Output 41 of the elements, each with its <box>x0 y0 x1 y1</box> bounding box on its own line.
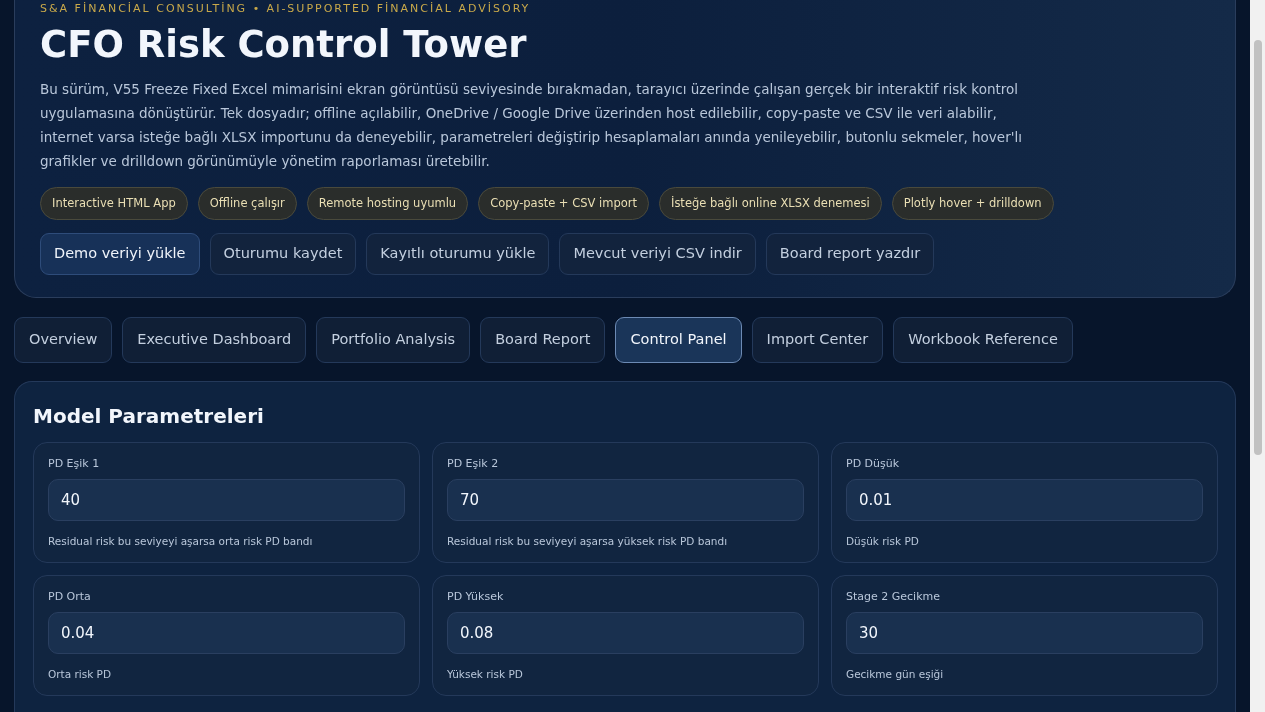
field-hint: Gecikme gün eşiği <box>846 667 945 682</box>
panel-title: Model Parametreleri <box>33 403 265 431</box>
tab[interactable]: Board Report <box>480 317 606 364</box>
field-label: PD Yüksek <box>447 589 505 606</box>
feature-chip: Copy-paste + CSV import <box>478 187 649 221</box>
input-field[interactable]: 0.01 <box>846 479 1203 522</box>
description: Bu sürüm, V55 Freeze Fixed Excel mimarisini ekran görüntüsü seviyesinde bırakmadan, tarayıcı üzerinde çalışan gerçek bir interaktif risk kontrol uygulamasına dönüştürür. Tek dosyadır; offline açılabilir, OneDrive / Google Drive üzerinden host edilebilir, copy-paste ve CSV ile veri alabilir, internet varsa isteğe bağlı XLSX importunu da deneyebilir, parametreleri değiştirip hesaplamaları anında yenileyebilir, butonlu sekmeler, hover'lı grafikler ve drilldown görünümüyle yönetim raporlaması üretebilir. <box>40 80 1023 171</box>
field-label: Stage 2 Gecikme <box>846 589 942 606</box>
input-field[interactable]: 70 <box>447 479 804 522</box>
tab[interactable]: Portfolio Analysis <box>316 317 471 364</box>
input-field[interactable]: 0.04 <box>48 612 405 655</box>
field-label: PD Eşik 1 <box>48 456 101 473</box>
tab[interactable]: Executive Dashboard <box>122 317 307 364</box>
field-label: PD Eşik 2 <box>447 456 500 473</box>
tab[interactable]: Control Panel <box>615 317 742 364</box>
tab[interactable]: Import Center <box>751 317 884 364</box>
action-button[interactable]: Oturumu kaydet <box>209 233 357 276</box>
action-button[interactable]: Mevcut veriyi CSV indir <box>559 233 756 276</box>
feature-chip: Plotly hover + drilldown <box>891 187 1054 221</box>
page-title: CFO Risk Control Tower <box>40 22 528 68</box>
feature-chip: Remote hosting uyumlu <box>306 187 469 221</box>
field-label: PD Düşük <box>846 456 901 473</box>
input-field[interactable]: 0.08 <box>447 612 804 655</box>
feature-chip: Offline çalışır <box>197 187 297 221</box>
scrollbar[interactable] <box>1250 0 1265 712</box>
action-button[interactable]: Kayıtlı oturumu yükle <box>366 233 550 276</box>
field-hint: Düşük risk PD <box>846 534 920 549</box>
tab[interactable]: Workbook Reference <box>893 317 1073 364</box>
field-hint: Residual risk bu seviyeyi aşarsa orta risk PD bandı <box>48 534 314 549</box>
field-hint: Orta risk PD <box>48 667 112 682</box>
feature-chip: İsteğe bağlı online XLSX denemesi <box>659 187 882 221</box>
field-label: PD Orta <box>48 589 92 606</box>
feature-chip: Interactive HTML App <box>40 187 188 221</box>
input-field[interactable]: 40 <box>48 479 405 522</box>
company-tagline: S&A FİNANCİAL CONSULTİNG • AI-SUPPORTED FİNANCİAL ADVİSORY <box>40 1 532 17</box>
input-field[interactable]: 30 <box>846 612 1203 655</box>
tab[interactable]: Overview <box>14 317 113 364</box>
field-hint: Residual risk bu seviyeyi aşarsa yüksek risk PD bandı <box>447 534 729 549</box>
action-button[interactable]: Board report yazdır <box>765 233 935 276</box>
field-hint: Yüksek risk PD <box>447 667 524 682</box>
action-button[interactable]: Demo veriyi yükle <box>40 233 200 276</box>
